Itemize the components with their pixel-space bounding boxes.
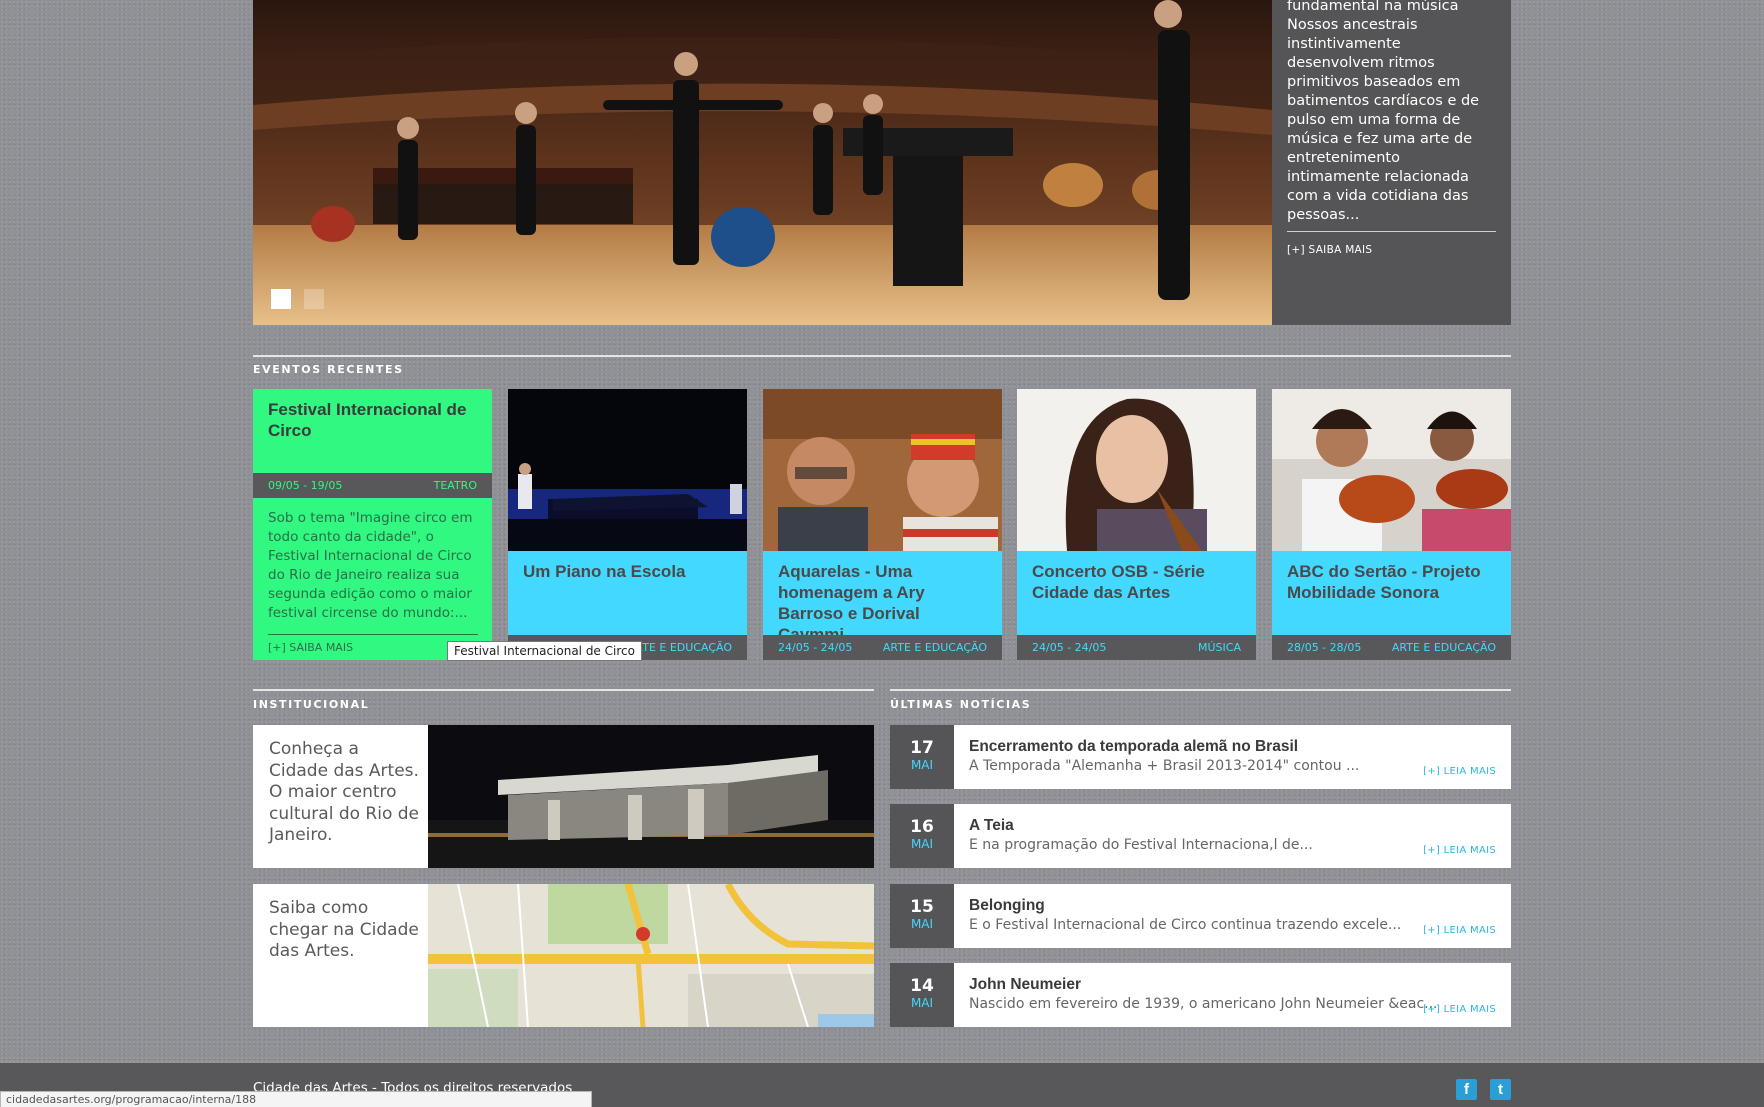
event-image[interactable] <box>1272 389 1511 551</box>
news-summary: E o Festival Internacional de Circo cont… <box>969 917 1402 933</box>
divider <box>1287 231 1496 232</box>
location-map <box>428 884 874 1027</box>
event-meta-bar: 24/05 - 24/05 ARTE E EDUCAÇÃO <box>763 635 1002 660</box>
section-divider <box>253 689 874 691</box>
event-category: MÚSICA <box>1198 641 1241 654</box>
map-image[interactable] <box>428 884 874 1027</box>
news-day: 16 <box>910 817 934 837</box>
event-dates: 28/05 - 28/05 <box>1287 641 1362 654</box>
event-card[interactable]: Aquarelas - Uma homenagem a Ary Barroso … <box>763 389 1002 660</box>
young-violinists-photo <box>1272 389 1511 551</box>
section-divider <box>890 689 1511 691</box>
event-category: ARTE E EDUCAÇÃO <box>627 641 732 654</box>
event-title[interactable]: Concerto OSB - Série Cidade das Artes <box>1032 561 1241 603</box>
event-card[interactable]: Concerto OSB - Série Cidade das Artes 24… <box>1017 389 1256 660</box>
news-day: 17 <box>910 738 934 758</box>
event-title-box: Aquarelas - Uma homenagem a Ary Barroso … <box>763 551 1002 644</box>
news-month: MAI <box>910 917 934 931</box>
news-body: John Neumeier Nascido em fevereiro de 19… <box>954 963 1511 1027</box>
facebook-icon[interactable]: f <box>1456 1079 1477 1100</box>
news-month: MAI <box>910 758 934 772</box>
news-body: Encerramento da temporada alemã no Brasi… <box>954 725 1511 789</box>
hero-caption-panel: fundamental na música Nossos ancestrais … <box>1272 0 1511 325</box>
event-title[interactable]: Um Piano na Escola <box>523 561 732 582</box>
event-dates: 09/05 - 19/05 <box>268 479 343 492</box>
event-dates: 24/05 - 24/05 <box>778 641 853 654</box>
news-date-badge: 14 MAI <box>890 963 954 1027</box>
institutional-card-directions[interactable]: Saiba como chegar na Cidade das Artes. <box>253 884 874 1027</box>
news-read-more-link[interactable]: [+] LEIA MAIS <box>1423 925 1496 936</box>
twitter-icon[interactable]: t <box>1490 1079 1511 1100</box>
event-title-box: Concerto OSB - Série Cidade das Artes <box>1017 551 1256 635</box>
news-read-more-link[interactable]: [+] LEIA MAIS <box>1423 1004 1496 1015</box>
institutional-card-about[interactable]: Conheça a Cidade das Artes. O maior cent… <box>253 725 874 868</box>
event-category: ARTE E EDUCAÇÃO <box>882 641 987 654</box>
news-date-badge: 15 MAI <box>890 884 954 948</box>
tooltip: Festival Internacional de Circo <box>447 641 642 661</box>
event-meta-bar: 24/05 - 24/05 MÚSICA <box>1017 635 1256 660</box>
news-summary: A Temporada "Alemanha + Brasil 2013-2014… <box>969 758 1360 774</box>
news-summary: E na programação do Festival Internacion… <box>969 837 1313 853</box>
news-body: A Teia E na programação do Festival Inte… <box>954 804 1511 868</box>
event-title[interactable]: ABC do Sertão - Projeto Mobilidade Sonor… <box>1287 561 1496 603</box>
section-title-latest-news: ÚLTIMAS NOTÍCIAS <box>890 698 1032 711</box>
news-read-more-link[interactable]: [+] LEIA MAIS <box>1423 845 1496 856</box>
slider-dot[interactable] <box>304 289 324 309</box>
news-day: 15 <box>910 897 934 917</box>
event-meta-bar: 28/05 - 28/05 ARTE E EDUCAÇÃO <box>1272 635 1511 660</box>
event-image[interactable] <box>1017 389 1256 551</box>
hero-more-link[interactable]: [+] SAIBA MAIS <box>1287 244 1372 256</box>
divider <box>268 634 478 635</box>
building-image <box>428 725 874 868</box>
news-title[interactable]: John Neumeier <box>969 975 1496 994</box>
event-category: ARTE E EDUCAÇÃO <box>1391 641 1496 654</box>
event-more-link[interactable]: [+] SAIBA MAIS <box>268 641 353 654</box>
section-divider <box>253 355 1511 357</box>
news-day: 14 <box>910 976 934 996</box>
event-card[interactable]: Um Piano na Escola ARTE E EDUCAÇÃO <box>508 389 747 660</box>
news-month: MAI <box>910 837 934 851</box>
two-men-photo <box>763 389 1002 551</box>
event-description: Sob o tema "Imagine circo em todo canto … <box>268 510 473 621</box>
news-item[interactable]: 14 MAI John Neumeier Nascido em fevereir… <box>890 963 1511 1027</box>
section-title-recent-events: EVENTOS RECENTES <box>253 363 404 376</box>
event-meta-bar: 09/05 - 19/05 TEATRO <box>253 473 492 498</box>
news-summary: Nascido em fevereiro de 1939, o american… <box>969 996 1438 1012</box>
event-dates: 24/05 - 24/05 <box>1032 641 1107 654</box>
news-title[interactable]: A Teia <box>969 816 1496 835</box>
institutional-text: Conheça a Cidade das Artes. O maior cent… <box>269 739 420 845</box>
event-category: TEATRO <box>433 479 477 492</box>
piano-stage-photo <box>508 389 747 551</box>
hero-slide-image[interactable] <box>253 0 1272 325</box>
hero-caption-text: fundamental na música Nossos ancestrais … <box>1287 0 1480 223</box>
concert-stage-photo <box>253 0 1272 325</box>
section-title-institutional: INSTITUCIONAL <box>253 698 370 711</box>
news-date-badge: 16 MAI <box>890 804 954 868</box>
news-title[interactable]: Belonging <box>969 896 1496 915</box>
institutional-text: Saiba como chegar na Cidade das Artes. <box>269 898 419 961</box>
news-item[interactable]: 15 MAI Belonging E o Festival Internacio… <box>890 884 1511 948</box>
news-item[interactable]: 16 MAI A Teia E na programação do Festiv… <box>890 804 1511 868</box>
event-image[interactable] <box>763 389 1002 551</box>
event-title-box: Um Piano na Escola <box>508 551 747 635</box>
event-title[interactable]: Festival Internacional de Circo <box>268 399 477 441</box>
cidade-das-artes-building-photo <box>428 725 874 868</box>
news-title[interactable]: Encerramento da temporada alemã no Brasi… <box>969 737 1496 756</box>
news-item[interactable]: 17 MAI Encerramento da temporada alemã n… <box>890 725 1511 789</box>
news-body: Belonging E o Festival Internacional de … <box>954 884 1511 948</box>
event-card-header: Festival Internacional de Circo <box>253 389 492 473</box>
event-title[interactable]: Aquarelas - Uma homenagem a Ary Barroso … <box>778 561 987 645</box>
news-read-more-link[interactable]: [+] LEIA MAIS <box>1423 766 1496 777</box>
event-card[interactable]: ABC do Sertão - Projeto Mobilidade Sonor… <box>1272 389 1511 660</box>
event-card[interactable]: Festival Internacional de Circo 09/05 - … <box>253 389 492 660</box>
browser-status-url: cidadedasartes.org/programacao/interna/1… <box>0 1091 592 1107</box>
slider-dot-active[interactable] <box>271 289 291 309</box>
event-image[interactable] <box>508 389 747 551</box>
news-month: MAI <box>910 996 934 1010</box>
violinist-portrait-photo <box>1017 389 1256 551</box>
event-title-box: ABC do Sertão - Projeto Mobilidade Sonor… <box>1272 551 1511 635</box>
news-date-badge: 17 MAI <box>890 725 954 789</box>
